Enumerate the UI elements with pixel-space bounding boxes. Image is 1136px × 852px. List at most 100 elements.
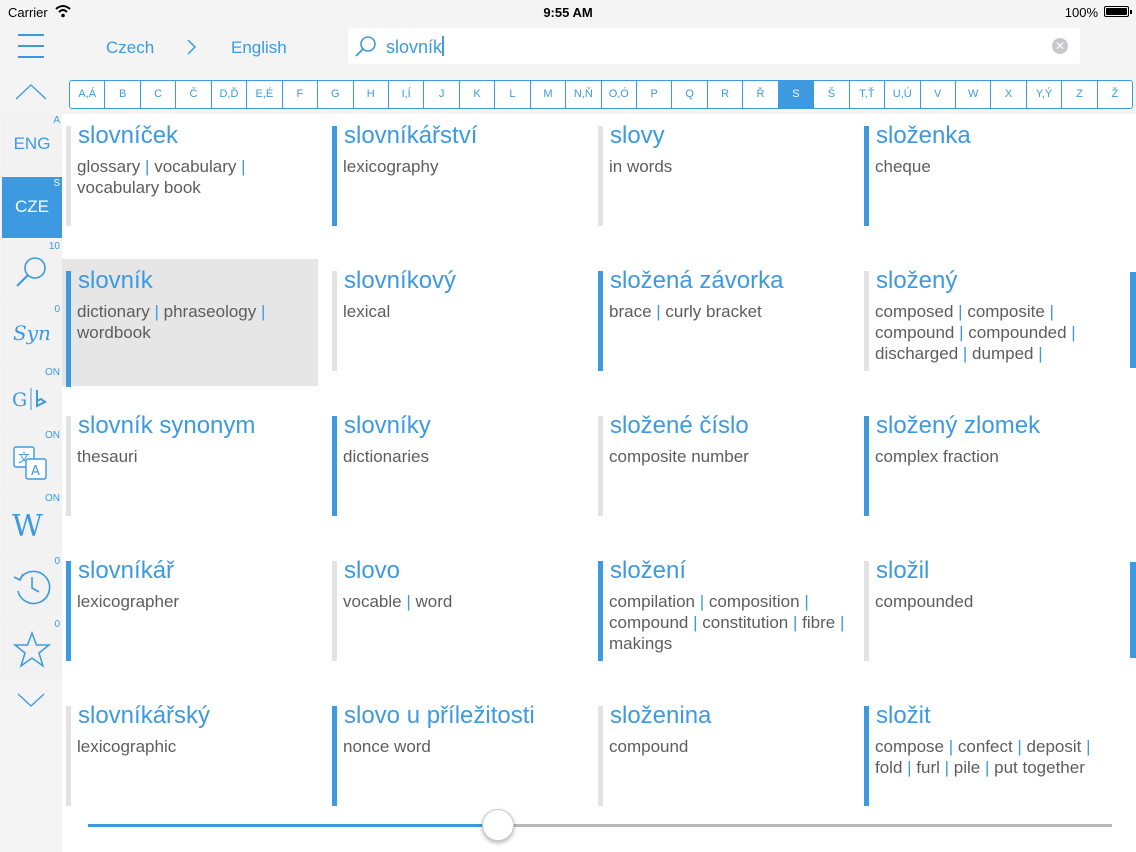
- alphabet-letter[interactable]: J: [424, 81, 460, 108]
- scroll-down-icon[interactable]: [16, 692, 46, 708]
- entry-marker: [66, 561, 71, 661]
- sidebar-item-label: CZE: [15, 197, 49, 216]
- alphabet-letter[interactable]: O,Ó: [602, 81, 637, 108]
- sidebar-item-history[interactable]: 0: [2, 555, 62, 616]
- translation: dumped: [972, 344, 1034, 363]
- alphabet-letter[interactable]: X: [991, 81, 1027, 108]
- alphabet-letter[interactable]: B: [105, 81, 141, 108]
- result-entry[interactable]: slovník dictionary | phraseology | wordbo…: [62, 259, 318, 387]
- alphabet-letter[interactable]: Č: [176, 81, 212, 108]
- result-entry[interactable]: složení compilation | composition | compo…: [594, 549, 848, 677]
- entry-marker: [66, 706, 71, 806]
- sidebar-item-synonyms[interactable]: 0 Syn: [2, 303, 62, 364]
- svg-text:A: A: [31, 464, 40, 479]
- alphabet-letter[interactable]: W: [956, 81, 992, 108]
- entry-translations: complex fraction: [875, 446, 1111, 467]
- slider-thumb[interactable]: [481, 809, 514, 841]
- result-entry[interactable]: složit compose | confect | deposit | fold…: [860, 694, 1114, 822]
- search-field[interactable]: slovník ✕: [348, 28, 1080, 64]
- translation: phraseology: [163, 302, 257, 321]
- target-language-button[interactable]: English: [231, 38, 287, 58]
- sidebar-item-translate[interactable]: ON 文 A: [2, 429, 62, 490]
- scroll-up-icon[interactable]: [14, 82, 48, 102]
- sidebar-item-wikipedia[interactable]: ON W: [2, 492, 62, 553]
- alphabet-letter[interactable]: M: [531, 81, 567, 108]
- alphabet-letter[interactable]: H: [354, 81, 389, 108]
- result-entry[interactable]: slovníček glossary | vocabulary | vocabul…: [62, 114, 316, 242]
- sidebar-item-web-search[interactable]: ON G: [2, 366, 62, 427]
- result-entry[interactable]: složenina compound: [594, 694, 848, 822]
- entry-headword: slovníček: [78, 122, 179, 149]
- sidebar-item-cze[interactable]: S CZE: [2, 177, 62, 238]
- result-entry[interactable]: složený zlomek complex fraction: [860, 404, 1114, 532]
- badge: 0: [54, 304, 60, 315]
- alphabet-letter[interactable]: C: [141, 81, 177, 108]
- translation: in words: [609, 157, 673, 176]
- entry-marker: [66, 271, 71, 387]
- source-language-button[interactable]: Czech: [106, 38, 154, 58]
- alphabet-letter[interactable]: R: [708, 81, 744, 108]
- alphabet-letter[interactable]: S: [778, 81, 815, 108]
- search-input[interactable]: slovník: [386, 36, 445, 58]
- alphabet-letter[interactable]: Š: [814, 81, 850, 108]
- history-icon: [13, 570, 51, 605]
- alphabet-letter[interactable]: N,Ň: [566, 81, 602, 108]
- translation: lexicographic: [77, 737, 177, 756]
- entry-marker: [332, 271, 337, 371]
- entry-marker: [598, 416, 603, 516]
- sidebar-item-label: Syn: [13, 321, 51, 345]
- translation: confect: [957, 737, 1013, 756]
- menu-icon[interactable]: [18, 34, 44, 60]
- translation: nonce word: [343, 737, 431, 756]
- alphabet-letter[interactable]: Z: [1062, 81, 1098, 108]
- translation: dictionary: [77, 302, 150, 321]
- translation: discharged: [875, 344, 959, 363]
- entry-marker: [864, 271, 869, 371]
- sidebar-item-favorites[interactable]: 0: [2, 618, 62, 679]
- sidebar-item-eng[interactable]: A ENG: [2, 114, 62, 175]
- entry-translations: composite number: [609, 446, 845, 467]
- result-entry[interactable]: slovníkový lexical: [328, 259, 582, 387]
- clear-search-icon[interactable]: ✕: [1052, 38, 1068, 54]
- translation: compound: [609, 737, 689, 756]
- result-entry[interactable]: složil compounded: [860, 549, 1114, 677]
- entry-headword: slovníkářský: [78, 702, 211, 729]
- entry-headword: slovo: [344, 557, 401, 584]
- alphabet-letter[interactable]: V: [921, 81, 956, 108]
- entry-headword: slovník synonym: [78, 412, 256, 439]
- svg-text:G: G: [12, 389, 27, 411]
- result-entry[interactable]: slovy in words: [594, 114, 848, 242]
- alphabet-letter[interactable]: Y,Ý: [1027, 81, 1063, 108]
- alphabet-letter[interactable]: D,Ď: [212, 81, 248, 108]
- alphabet-letter[interactable]: K: [460, 81, 496, 108]
- alphabet-letter[interactable]: Ž: [1098, 81, 1132, 108]
- result-entry[interactable]: slovníkářský lexicographic: [62, 694, 316, 822]
- zoom-slider[interactable]: [88, 824, 1112, 827]
- result-entry[interactable]: složený composed | composite | compound |…: [860, 259, 1114, 387]
- translate-icon: 文 A: [13, 446, 47, 480]
- alphabet-letter[interactable]: U,Ú: [885, 81, 921, 108]
- alphabet-letter[interactable]: T,Ť: [850, 81, 886, 108]
- alphabet-letter[interactable]: G: [318, 81, 354, 108]
- result-entry[interactable]: slovníkářství lexicography: [328, 114, 582, 242]
- result-entry[interactable]: slovníkář lexicographer: [62, 549, 316, 677]
- alphabet-letter[interactable]: Ř: [743, 81, 779, 108]
- result-entry[interactable]: slovo u příležitosti nonce word: [328, 694, 582, 822]
- result-entry[interactable]: slovo vocable | word: [328, 549, 582, 677]
- result-entry[interactable]: slovník synonym thesauri: [62, 404, 316, 532]
- result-entry[interactable]: složenka cheque: [860, 114, 1114, 242]
- result-entry[interactable]: slovníky dictionaries: [328, 404, 582, 532]
- result-entry[interactable]: složené číslo composite number: [594, 404, 848, 532]
- alphabet-letter[interactable]: P: [637, 81, 673, 108]
- translation: lexicography: [343, 157, 439, 176]
- alphabet-letter[interactable]: F: [283, 81, 319, 108]
- alphabet-letter[interactable]: L: [495, 81, 531, 108]
- badge: ON: [45, 430, 60, 441]
- translation: vocabulary book: [77, 178, 201, 197]
- result-entry[interactable]: složená závorka brace | curly bracket: [594, 259, 848, 387]
- alphabet-letter[interactable]: A,Á: [70, 81, 106, 108]
- alphabet-letter[interactable]: E,É: [247, 81, 283, 108]
- alphabet-letter[interactable]: Q: [672, 81, 708, 108]
- sidebar-item-search[interactable]: 10: [2, 240, 62, 301]
- alphabet-letter[interactable]: I,Í: [389, 81, 425, 108]
